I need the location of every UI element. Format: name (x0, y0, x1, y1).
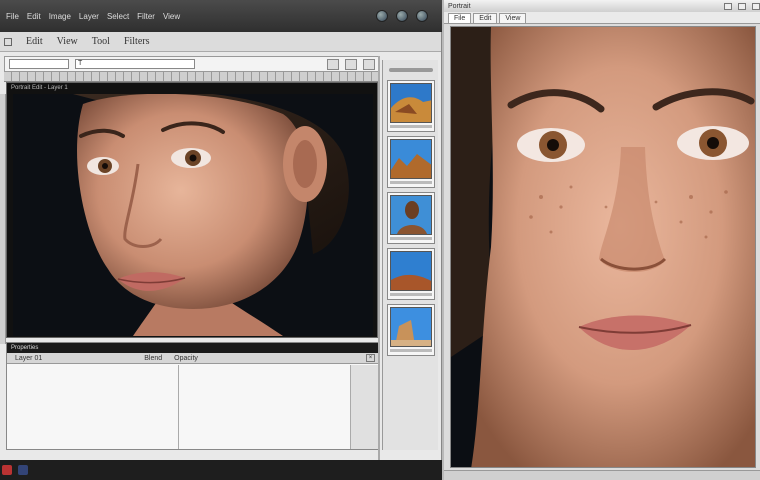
app-icon[interactable] (18, 465, 28, 475)
thumb-cliff (391, 308, 431, 346)
taskbar-item[interactable]: Select (107, 12, 129, 21)
viewer-tab-file[interactable]: File (448, 13, 472, 23)
toolbar-field-2[interactable]: T (75, 59, 195, 69)
panel-column-middle[interactable] (179, 365, 351, 449)
taskbar-item[interactable]: File (6, 12, 19, 21)
settings-icon[interactable] (396, 10, 408, 22)
taskbar-item[interactable]: Edit (27, 12, 41, 21)
bottom-dock (0, 460, 442, 480)
viewer-titlebar: Portrait (444, 0, 760, 12)
taskbar-item[interactable]: Layer (79, 12, 99, 21)
thumbnail-caption-bar (390, 293, 432, 296)
portrait-illustration (13, 94, 373, 336)
thumbnail-caption-bar (390, 181, 432, 184)
thumb-canyon (391, 140, 431, 178)
taskbar-item[interactable]: View (163, 12, 180, 21)
app-icon[interactable] (2, 465, 12, 475)
thumbnail[interactable] (387, 136, 435, 188)
panel-column-left[interactable] (7, 365, 179, 449)
thumbnail-image (390, 307, 432, 347)
thumbnail[interactable] (387, 80, 435, 132)
close-icon[interactable]: × (366, 354, 375, 362)
thumb-size-slider[interactable] (389, 68, 433, 72)
panel-header: Properties (7, 343, 379, 353)
thumbnail-caption-bar (390, 125, 432, 128)
user-icon[interactable] (416, 10, 428, 22)
menu-item-filters[interactable]: Filters (124, 36, 150, 47)
viewer-title: Portrait (448, 2, 471, 10)
app-menu-icon[interactable] (4, 37, 12, 46)
expand-icon[interactable] (363, 58, 375, 70)
viewer-tabs: File Edit View (444, 12, 760, 24)
thumbnail-caption-bar (390, 349, 432, 352)
panel-scrollbar[interactable] (351, 365, 379, 449)
viewer-image[interactable] (450, 26, 756, 468)
taskbar-item[interactable]: Filter (137, 12, 155, 21)
tab-opacity[interactable]: Opacity (170, 355, 202, 362)
thumbnail[interactable] (387, 192, 435, 244)
thumbnail-image (390, 251, 432, 291)
viewer-window: Portrait File Edit View (442, 0, 760, 480)
thumbnail-image (390, 139, 432, 179)
panel-tabs: Layer 01 Blend Opacity × (7, 353, 379, 364)
canvas-image[interactable] (13, 94, 373, 336)
thumbnail-caption-bar (390, 237, 432, 240)
canvas-caption: Portrait Edit - Layer 1 (11, 85, 68, 91)
viewer-tab-view[interactable]: View (499, 13, 527, 23)
top-taskbar: File Edit Image Layer Select Filter View (0, 0, 442, 32)
thumb-portrait-statue (391, 196, 431, 234)
editor-window: Edit View Tool Filters T Portrait Edit -… (0, 32, 442, 472)
menu-item-view[interactable]: View (57, 36, 78, 47)
toolbar-button-1[interactable] (327, 58, 339, 70)
maximize-icon[interactable] (738, 2, 746, 10)
thumbnail[interactable] (387, 248, 435, 300)
tab-blend[interactable]: Blend (140, 355, 166, 362)
viewer-statusbar (444, 470, 760, 480)
tab-layer[interactable]: Layer 01 (11, 355, 46, 362)
thumb-red-dunes (391, 252, 431, 290)
grid-icon[interactable] (345, 58, 357, 70)
menu-item-tool[interactable]: Tool (92, 36, 110, 47)
globe-icon[interactable] (376, 10, 388, 22)
thumbnail-strip (382, 60, 438, 450)
editor-divider (378, 56, 380, 472)
options-toolbar: T (4, 56, 380, 72)
panel-body (7, 365, 379, 449)
properties-panel: Properties Layer 01 Blend Opacity × (6, 342, 380, 450)
thumbnail-image (390, 195, 432, 235)
taskbar-item[interactable]: Image (49, 12, 71, 21)
viewer-tab-edit[interactable]: Edit (473, 13, 498, 23)
canvas-frame: Portrait Edit - Layer 1 (6, 82, 378, 338)
close-icon[interactable] (752, 2, 760, 10)
minimize-icon[interactable] (724, 2, 732, 10)
thumbnail[interactable] (387, 304, 435, 356)
thumbnail-image (390, 83, 432, 123)
menu-bar: Edit View Tool Filters (0, 32, 441, 52)
portrait-closeup (451, 27, 755, 467)
horizontal-ruler (4, 72, 380, 82)
thumb-desert-rocks (391, 84, 431, 122)
toolbar-field-1[interactable] (9, 59, 69, 69)
menu-item-edit[interactable]: Edit (26, 36, 43, 47)
